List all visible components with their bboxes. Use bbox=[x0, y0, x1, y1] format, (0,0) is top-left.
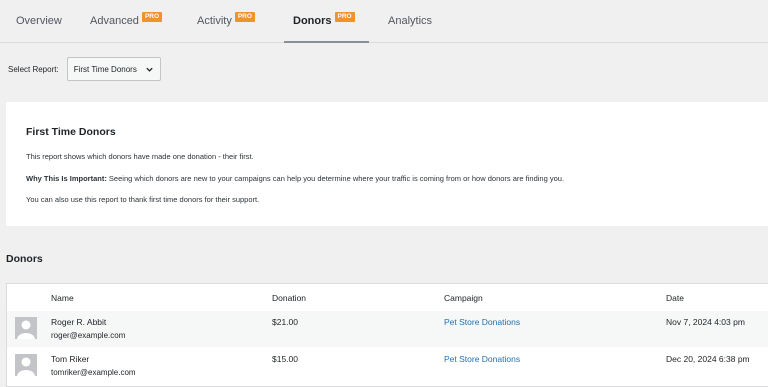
avatar bbox=[15, 317, 37, 339]
donors-heading: Donors bbox=[6, 253, 43, 265]
tab-analytics[interactable]: Analytics bbox=[388, 0, 432, 42]
donor-name: Tom Riker bbox=[51, 354, 90, 364]
importance-label: Why This Is Important: bbox=[26, 174, 107, 183]
column-header-date[interactable]: Date bbox=[666, 293, 684, 303]
report-title: First Time Donors bbox=[26, 126, 116, 138]
donation-amount: $21.00 bbox=[272, 317, 298, 327]
campaign-link[interactable]: Pet Store Donations bbox=[444, 317, 520, 327]
pro-badge: PRO bbox=[334, 11, 355, 23]
select-report-label: Select Report: bbox=[8, 64, 59, 74]
importance-text: Seeing which donors are new to your camp… bbox=[106, 174, 565, 183]
donation-amount: $15.00 bbox=[272, 354, 298, 364]
donor-name: Roger R. Abbit bbox=[51, 317, 107, 327]
tab-label: Donors bbox=[293, 15, 332, 27]
column-header-name[interactable]: Name bbox=[51, 293, 74, 303]
report-tabs: Overview Advanced PRO Activity PRO Donor… bbox=[0, 0, 768, 43]
report-selector: Select Report: First Time Donors bbox=[8, 57, 161, 81]
tab-activity[interactable]: Activity PRO bbox=[197, 0, 255, 42]
table-row: Tom Riker tomriker@example.com $15.00 Pe… bbox=[7, 348, 768, 384]
table-row: Roger R. Abbit roger@example.com $21.00 … bbox=[7, 311, 768, 347]
tab-donors[interactable]: Donors PRO bbox=[284, 0, 369, 43]
tab-label: Overview bbox=[16, 15, 62, 27]
report-select[interactable]: First Time Donors bbox=[66, 57, 161, 81]
tab-label: Activity bbox=[197, 15, 232, 27]
tab-label: Advanced bbox=[90, 15, 139, 27]
donor-email: roger@example.com bbox=[51, 331, 126, 340]
tab-overview[interactable]: Overview bbox=[16, 0, 62, 42]
report-usage-note: You can also use this report to thank fi… bbox=[26, 195, 260, 204]
chevron-down-icon bbox=[145, 65, 154, 74]
pro-badge: PRO bbox=[234, 11, 255, 23]
tab-label: Analytics bbox=[388, 15, 433, 27]
donation-date: Nov 7, 2024 4:03 pm bbox=[666, 317, 745, 327]
avatar bbox=[15, 354, 37, 376]
pro-badge: PRO bbox=[141, 11, 163, 23]
tab-advanced[interactable]: Advanced PRO bbox=[90, 0, 163, 42]
donation-date: Dec 20, 2024 6:38 pm bbox=[666, 354, 750, 364]
column-header-donation[interactable]: Donation bbox=[272, 293, 306, 303]
campaign-link[interactable]: Pet Store Donations bbox=[444, 354, 520, 364]
column-header-campaign[interactable]: Campaign bbox=[444, 293, 483, 303]
donors-table: Name Donation Campaign Date Roger R. Abb… bbox=[6, 283, 768, 387]
report-info-card: First Time Donors This report shows whic… bbox=[6, 102, 768, 226]
report-importance: Why This Is Important: Seeing which dono… bbox=[26, 174, 564, 183]
report-select-value: First Time Donors bbox=[73, 64, 137, 74]
donor-email: tomriker@example.com bbox=[51, 368, 136, 377]
report-description: This report shows which donors have made… bbox=[26, 152, 254, 161]
